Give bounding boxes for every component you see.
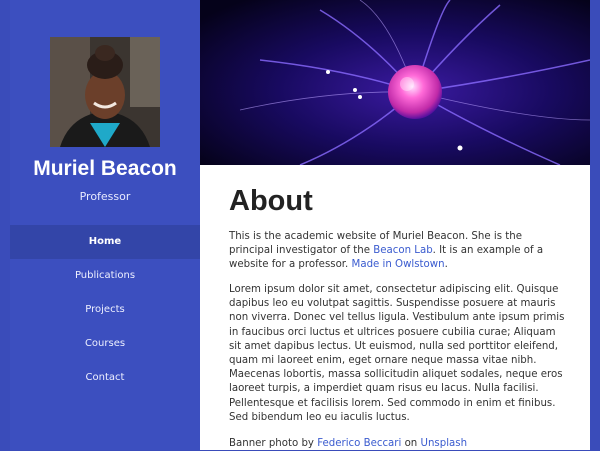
beacon-lab-link[interactable]: Beacon Lab [373,245,432,256]
nav-item-contact[interactable]: Contact [10,361,200,395]
sidebar-nav: Home Publications Projects Courses Conta… [10,225,200,395]
page-title: About [229,185,313,217]
intro-paragraph: This is the academic website of Muriel B… [229,230,569,273]
profile-photo [50,37,160,147]
nav-item-projects[interactable]: Projects [10,293,200,327]
right-border [590,0,600,450]
lorem-paragraph: Lorem ipsum dolor sit amet, consectetur … [229,284,565,423]
owlstown-link[interactable]: Made in Owlstown [352,259,445,270]
nav-item-publications[interactable]: Publications [10,259,200,293]
plasma-ball-graphic [200,0,590,165]
profile-role: Professor [79,190,131,203]
banner-image [200,0,590,165]
intro-text-3: . [444,259,448,271]
unsplash-link[interactable]: Unsplash [421,438,468,449]
sidebar: Muriel Beacon Professor Home Publication… [10,0,200,450]
credit-middle: on [401,438,421,449]
page: Muriel Beacon Professor Home Publication… [0,0,600,450]
nav-item-courses[interactable]: Courses [10,327,200,361]
avatar [50,37,160,147]
profile-name: Muriel Beacon [33,157,177,180]
photographer-link[interactable]: Federico Beccari [317,438,401,449]
credit-paragraph: Banner photo by Federico Beccari on Unsp… [229,437,569,451]
nav-item-home[interactable]: Home [10,225,200,259]
main-content: About This is the academic website of Mu… [200,165,590,450]
credit-prefix: Banner photo by [229,438,318,449]
